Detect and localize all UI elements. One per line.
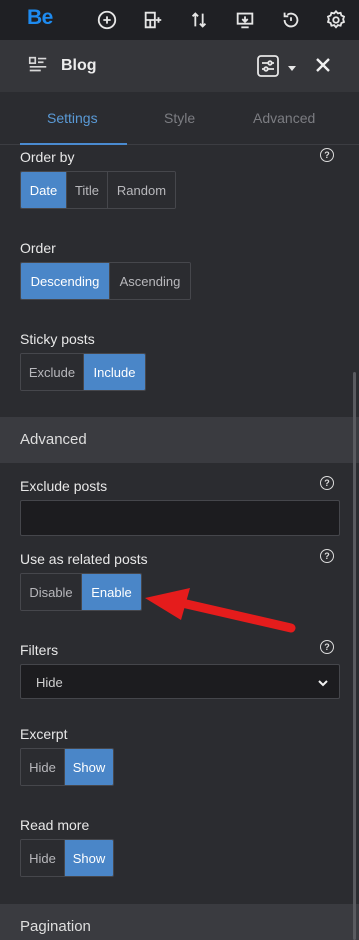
read-more-segmented: Hide Show — [20, 839, 114, 877]
filters-value: Hide — [36, 675, 63, 690]
section-title: Advanced — [20, 431, 87, 448]
sticky-posts-segmented: Exclude Include — [20, 353, 146, 391]
order-descending-button[interactable]: Descending — [21, 263, 110, 299]
filters-label: Filters — [20, 642, 59, 658]
help-icon[interactable]: ? — [320, 476, 334, 490]
import-icon[interactable] — [231, 6, 259, 34]
help-icon[interactable]: ? — [320, 640, 334, 654]
tab-advanced[interactable]: Advanced — [253, 110, 315, 126]
history-icon[interactable] — [277, 6, 305, 34]
order-by-label: Order by — [20, 149, 75, 165]
tab-style[interactable]: Style — [164, 110, 195, 126]
close-icon[interactable] — [312, 54, 334, 76]
read-more-show-button[interactable]: Show — [65, 840, 113, 876]
sticky-include-button[interactable]: Include — [84, 354, 145, 390]
top-toolbar: Be — [0, 0, 359, 40]
order-by-title-button[interactable]: Title — [67, 172, 108, 208]
help-icon[interactable]: ? — [320, 549, 334, 563]
order-by-segmented: Date Title Random — [20, 171, 176, 209]
scrollbar[interactable] — [353, 372, 356, 940]
sliders-icon[interactable] — [255, 53, 281, 79]
related-posts-segmented: Disable Enable — [20, 573, 142, 611]
add-circle-icon[interactable] — [93, 6, 121, 34]
pagination-section-header[interactable]: Pagination — [0, 904, 359, 940]
advanced-section-header[interactable]: Advanced — [0, 417, 359, 463]
read-more-label: Read more — [20, 817, 90, 833]
related-enable-button[interactable]: Enable — [82, 574, 141, 610]
blog-list-icon — [27, 54, 49, 76]
excerpt-label: Excerpt — [20, 726, 68, 742]
gear-icon[interactable] — [322, 6, 350, 34]
active-tab-indicator — [20, 143, 127, 145]
section-title: Pagination — [20, 918, 91, 935]
order-label: Order — [20, 240, 56, 256]
order-by-random-button[interactable]: Random — [108, 172, 175, 208]
order-by-date-button[interactable]: Date — [21, 172, 67, 208]
related-disable-button[interactable]: Disable — [21, 574, 82, 610]
sort-arrows-icon[interactable] — [185, 6, 213, 34]
help-icon[interactable]: ? — [320, 148, 334, 162]
chevron-down-icon — [317, 676, 329, 688]
panel-tabs: Settings Style Advanced — [0, 92, 359, 145]
exclude-posts-label: Exclude posts — [20, 478, 108, 494]
sticky-exclude-button[interactable]: Exclude — [21, 354, 84, 390]
filters-select[interactable]: Hide — [20, 664, 340, 699]
order-ascending-button[interactable]: Ascending — [110, 263, 190, 299]
sticky-posts-label: Sticky posts — [20, 331, 95, 347]
app-logo[interactable]: Be — [27, 6, 53, 30]
layout-add-icon[interactable] — [139, 6, 167, 34]
caret-down-icon[interactable] — [287, 60, 297, 71]
order-segmented: Descending Ascending — [20, 262, 191, 300]
tab-settings[interactable]: Settings — [47, 110, 98, 126]
read-more-hide-button[interactable]: Hide — [21, 840, 65, 876]
excerpt-segmented: Hide Show — [20, 748, 114, 786]
panel-header: Blog — [0, 40, 359, 92]
excerpt-hide-button[interactable]: Hide — [21, 749, 65, 785]
related-posts-label: Use as related posts — [20, 551, 148, 567]
excerpt-show-button[interactable]: Show — [65, 749, 113, 785]
exclude-posts-input[interactable] — [20, 500, 340, 536]
panel-title: Blog — [61, 57, 97, 74]
